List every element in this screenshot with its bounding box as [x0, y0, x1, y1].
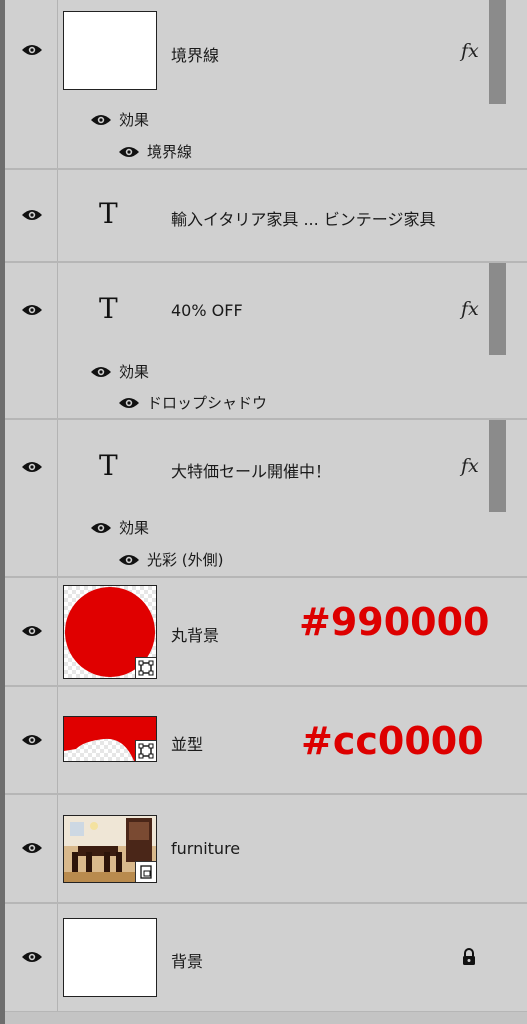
color-annotation: #cc0000	[301, 719, 484, 763]
vector-mask-icon	[135, 740, 156, 761]
eye-icon[interactable]	[21, 624, 43, 638]
visibility-column	[5, 904, 58, 1011]
visibility-column	[5, 795, 58, 902]
eye-icon[interactable]	[21, 208, 43, 222]
layer-thumbnail	[63, 585, 157, 679]
fx-icon[interactable]: fx	[461, 40, 479, 62]
layers-panel: 境界線 fx ⌃ 効果 境界線 T 輸入イタリア家具 ... ビンテージ家具 T…	[5, 0, 527, 1024]
layer-thumbnail	[63, 815, 157, 883]
layer-name[interactable]: furniture	[171, 839, 240, 858]
eye-icon[interactable]	[90, 521, 112, 535]
eye-icon[interactable]	[21, 303, 43, 317]
fx-icon[interactable]: fx	[461, 298, 479, 320]
lock-icon[interactable]	[461, 948, 477, 970]
eye-icon[interactable]	[21, 950, 43, 964]
visibility-column	[5, 687, 58, 793]
visibility-column	[5, 578, 58, 685]
visibility-column	[5, 420, 58, 576]
eye-icon[interactable]	[90, 113, 112, 127]
layer-row-text-discount[interactable]: T 40% OFF fx ⌃ 効果 ドロップシャドウ	[5, 263, 527, 420]
effect-item[interactable]: 境界線	[147, 141, 192, 162]
layer-row-text-sale[interactable]: T 大特価セール開催中！ fx ⌃ 効果 光彩 (外側)	[5, 420, 527, 578]
layer-row-border[interactable]: 境界線 fx ⌃ 効果 境界線	[5, 0, 527, 170]
color-annotation: #990000	[299, 600, 490, 644]
eye-icon[interactable]	[118, 396, 140, 410]
smart-object-icon	[135, 861, 156, 882]
eye-icon[interactable]	[118, 553, 140, 567]
visibility-column	[5, 170, 58, 261]
scrollbar-thumb[interactable]	[489, 0, 506, 104]
effects-label: 効果	[119, 519, 150, 537]
layer-row-circle-bg[interactable]: 丸背景 #990000	[5, 578, 527, 687]
text-layer-icon: T	[99, 197, 118, 230]
layer-thumbnail	[63, 918, 157, 997]
eye-icon[interactable]	[118, 145, 140, 159]
vector-mask-icon	[135, 657, 156, 678]
layer-name[interactable]: 輸入イタリア家具 ... ビンテージ家具	[171, 206, 435, 230]
eye-icon[interactable]	[21, 841, 43, 855]
layer-name[interactable]: 40% OFF	[171, 301, 243, 320]
text-layer-icon: T	[99, 292, 118, 325]
eye-icon[interactable]	[21, 460, 43, 474]
scrollbar-thumb[interactable]	[489, 420, 506, 512]
layer-name[interactable]: 並型	[171, 731, 203, 755]
effect-item[interactable]: 光彩 (外側)	[147, 549, 223, 570]
eye-icon[interactable]	[21, 733, 43, 747]
visibility-column	[5, 263, 58, 418]
layer-name[interactable]: 大特価セール開催中！	[171, 458, 331, 482]
panel-bottom-strip	[5, 1012, 527, 1024]
layer-name[interactable]: 背景	[171, 948, 203, 972]
layer-row-wave-shape[interactable]: 並型 #cc0000	[5, 687, 527, 795]
layer-name[interactable]: 境界線	[171, 42, 219, 66]
layer-thumbnail	[63, 716, 157, 762]
eye-icon[interactable]	[90, 365, 112, 379]
layer-row-text-title[interactable]: T 輸入イタリア家具 ... ビンテージ家具	[5, 170, 527, 263]
visibility-column	[5, 0, 58, 168]
text-layer-icon: T	[99, 449, 118, 482]
effect-item[interactable]: ドロップシャドウ	[147, 392, 267, 413]
effects-label: 効果	[119, 111, 150, 129]
layer-thumbnail	[63, 11, 157, 90]
layer-row-background[interactable]: 背景	[5, 904, 527, 1013]
layer-name[interactable]: 丸背景	[171, 622, 219, 646]
effects-label: 効果	[119, 363, 150, 381]
fx-icon[interactable]: fx	[461, 455, 479, 477]
layer-row-furniture[interactable]: furniture	[5, 795, 527, 904]
scrollbar-thumb[interactable]	[489, 263, 506, 355]
eye-icon[interactable]	[21, 43, 43, 57]
